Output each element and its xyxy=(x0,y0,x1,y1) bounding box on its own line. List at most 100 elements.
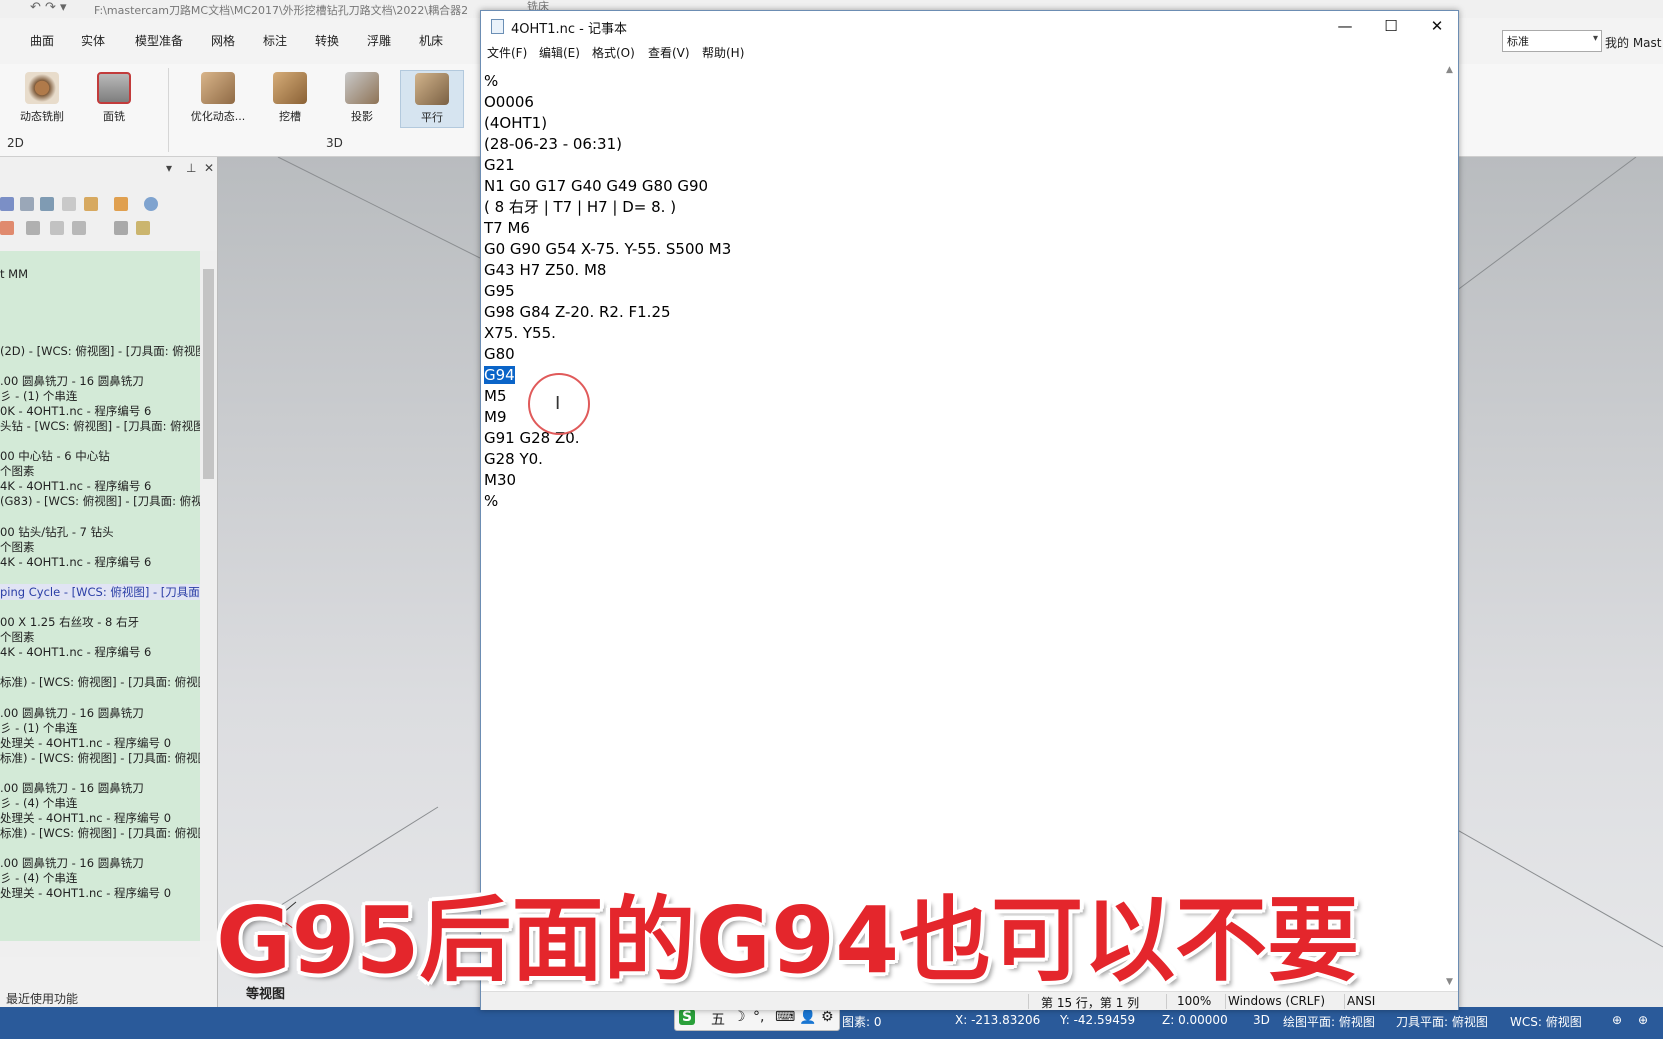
list-item[interactable]: 0K - 4OHT1.nc - 程序编号 6 xyxy=(0,403,151,419)
list-item[interactable]: 4K - 4OHT1.nc - 程序编号 6 xyxy=(0,478,151,494)
list-item[interactable]: 彡 - (4) 个串连 xyxy=(0,795,77,811)
operations-vertical-scrollbar[interactable] xyxy=(200,251,217,941)
ime-settings-icon[interactable]: ⚙ xyxy=(821,1009,834,1025)
editor-line[interactable]: G28 Y0. xyxy=(484,449,731,470)
quick-access-toolbar[interactable]: ↶ ↷ ▾ xyxy=(30,0,67,15)
list-item[interactable]: 00 中心钻 - 6 中心钻 xyxy=(0,448,110,464)
my-mastercam-tab[interactable]: 我的 Mast xyxy=(1605,34,1661,51)
list-item[interactable]: 00 X 1.25 右丝攻 - 8 右牙 xyxy=(0,614,139,630)
list-item[interactable]: t MM xyxy=(0,267,28,281)
status-draw-plane[interactable]: 绘图平面: 俯视图 xyxy=(1283,1013,1375,1030)
list-item[interactable]: (2D) - [WCS: 俯视图] - [刀具面: 俯视图 xyxy=(0,343,200,359)
panel-close-icon[interactable]: ✕ xyxy=(204,161,214,175)
menu-tab[interactable]: 网格 xyxy=(211,32,235,49)
list-item[interactable]: .00 圆鼻铣刀 - 16 圆鼻铣刀 xyxy=(0,373,144,389)
editor-line[interactable]: (4OHT1) xyxy=(484,113,731,134)
menu-tab[interactable]: 模型准备 xyxy=(135,32,183,49)
list-item[interactable]: 00 钻头/钻孔 - 7 钻头 xyxy=(0,524,114,540)
post-icon[interactable] xyxy=(72,221,86,235)
settings-icon[interactable] xyxy=(136,221,150,235)
list-item[interactable]: 处理关 - 4OHT1.nc - 程序编号 0 xyxy=(0,735,171,751)
list-item[interactable]: 个图素 xyxy=(0,463,35,479)
sogou-logo-icon[interactable]: S xyxy=(679,1009,696,1025)
list-item[interactable]: 4K - 4OHT1.nc - 程序编号 6 xyxy=(0,644,151,660)
status-wcs[interactable]: WCS: 俯视图 xyxy=(1510,1013,1582,1030)
dynamic-mill-button[interactable]: 动态铣削 xyxy=(10,70,74,128)
editor-line[interactable]: ( 8 右牙 | T7 | H7 | D= 8. ) xyxy=(484,197,731,218)
punctuation-icon[interactable]: °, xyxy=(753,1009,764,1025)
list-item[interactable]: 标准) - [WCS: 俯视图] - [刀具面: 俯视图 xyxy=(0,674,200,690)
list-item[interactable]: 标准) - [WCS: 俯视图] - [刀具面: 俯视图 xyxy=(0,750,200,766)
menu-tab[interactable]: 机床 xyxy=(419,32,443,49)
maximize-button[interactable]: ☐ xyxy=(1368,11,1414,41)
editor-line[interactable]: G43 H7 Z50. M8 xyxy=(484,260,731,281)
list-item[interactable]: .00 圆鼻铣刀 - 16 圆鼻铣刀 xyxy=(0,705,144,721)
menu-tab[interactable]: 浮雕 xyxy=(367,32,391,49)
select-all-icon[interactable] xyxy=(0,197,14,211)
regenerate-icon[interactable] xyxy=(40,197,54,211)
menu-help[interactable]: 帮助(H) xyxy=(702,44,744,61)
expand-icon[interactable] xyxy=(114,221,128,235)
text-editor[interactable]: % O0006 (4OHT1) (28-06-23 - 06:31) G21 N1 G0 … xyxy=(483,63,1443,993)
menu-file[interactable]: 文件(F) xyxy=(487,44,527,61)
editor-line[interactable]: G94 xyxy=(484,365,731,386)
editor-line[interactable]: X75. Y55. xyxy=(484,323,731,344)
menu-tab[interactable]: 标注 xyxy=(263,32,287,49)
list-item-selected[interactable]: ping Cycle - [WCS: 俯视图] - [刀具面: 俯 xyxy=(0,584,200,600)
panel-dropdown-icon[interactable]: ▾ xyxy=(166,161,172,175)
list-item[interactable]: 处理关 - 4OHT1.nc - 程序编号 0 xyxy=(0,810,171,826)
editor-line[interactable]: N1 G0 G17 G40 G49 G80 G90 xyxy=(484,176,731,197)
editor-line[interactable]: % xyxy=(484,491,731,512)
lock-icon[interactable] xyxy=(26,221,40,235)
keyboard-icon[interactable]: ⌨ xyxy=(775,1009,795,1025)
menu-tab[interactable]: 实体 xyxy=(81,32,105,49)
ime-mode[interactable]: 五 xyxy=(711,1009,725,1029)
editor-line[interactable]: M30 xyxy=(484,470,731,491)
scroll-down-icon[interactable]: ▼ xyxy=(1446,977,1453,987)
status-tool-plane[interactable]: 刀具平面: 俯视图 xyxy=(1396,1013,1488,1030)
notepad-titlebar[interactable]: 4OHT1.nc - 记事本 — ☐ ✕ xyxy=(481,11,1458,41)
menu-edit[interactable]: 编辑(E) xyxy=(539,44,580,61)
list-item[interactable]: 彡 - (4) 个串连 xyxy=(0,870,77,886)
verify-icon[interactable] xyxy=(114,197,128,211)
status-mode[interactable]: 3D xyxy=(1253,1013,1270,1027)
scrollbar-thumb[interactable] xyxy=(203,269,214,479)
pocket-button[interactable]: 挖槽 xyxy=(258,70,322,128)
globe2-icon[interactable]: ⊕ xyxy=(1638,1013,1648,1027)
face-mill-button[interactable]: 面铣 xyxy=(82,70,146,128)
list-item[interactable]: (G83) - [WCS: 俯视图] - [刀具面: 俯视图 xyxy=(0,493,200,509)
g1-icon[interactable] xyxy=(62,197,76,211)
menu-tab[interactable]: 转换 xyxy=(315,32,339,49)
list-item[interactable]: .00 圆鼻铣刀 - 16 圆鼻铣刀 xyxy=(0,780,144,796)
editor-line[interactable]: G98 G84 Z-20. R2. F1.25 xyxy=(484,302,731,323)
menu-tab[interactable]: 曲面 xyxy=(30,32,54,49)
optimized-dynamic-button[interactable]: 优化动态... xyxy=(186,70,250,128)
editor-line[interactable]: G21 xyxy=(484,155,731,176)
user-icon[interactable]: 👤 xyxy=(799,1009,816,1025)
menu-format[interactable]: 格式(O) xyxy=(592,44,635,61)
panel-pin-icon[interactable]: ⊥ xyxy=(186,161,196,175)
list-item[interactable]: 个图素 xyxy=(0,629,35,645)
style-combobox[interactable]: 标准 xyxy=(1502,30,1602,52)
editor-line[interactable]: O0006 xyxy=(484,92,731,113)
editor-line[interactable]: M5 xyxy=(484,386,731,407)
editor-line[interactable]: % xyxy=(484,71,731,92)
editor-line[interactable]: G95 xyxy=(484,281,731,302)
recent-functions-label[interactable]: 最近使用功能 xyxy=(6,990,78,1007)
list-item[interactable]: 个图素 xyxy=(0,539,35,555)
minimize-button[interactable]: — xyxy=(1322,11,1368,41)
toggle-icon[interactable] xyxy=(50,221,64,235)
list-item[interactable]: 头钻 - [WCS: 俯视图] - [刀具面: 俯视图] xyxy=(0,418,200,434)
menu-view[interactable]: 查看(V) xyxy=(648,44,690,61)
list-item[interactable]: 4K - 4OHT1.nc - 程序编号 6 xyxy=(0,554,151,570)
select-failed-icon[interactable] xyxy=(20,197,34,211)
list-item[interactable]: .00 圆鼻铣刀 - 16 圆鼻铣刀 xyxy=(0,855,144,871)
list-item[interactable]: 彡 - (1) 个串连 xyxy=(0,720,77,736)
editor-line[interactable]: G80 xyxy=(484,344,731,365)
scroll-up-icon[interactable]: ▲ xyxy=(1446,65,1453,75)
editor-line[interactable]: G0 G90 G54 X-75. Y-55. S500 M3 xyxy=(484,239,731,260)
moon-icon[interactable]: ☽ xyxy=(733,1009,746,1025)
move-icon[interactable] xyxy=(0,221,14,235)
operations-list[interactable]: t MM (2D) - [WCS: 俯视图] - [刀具面: 俯视图 .00 圆… xyxy=(0,251,200,941)
operations-horizontal-scrollbar[interactable] xyxy=(0,941,200,957)
